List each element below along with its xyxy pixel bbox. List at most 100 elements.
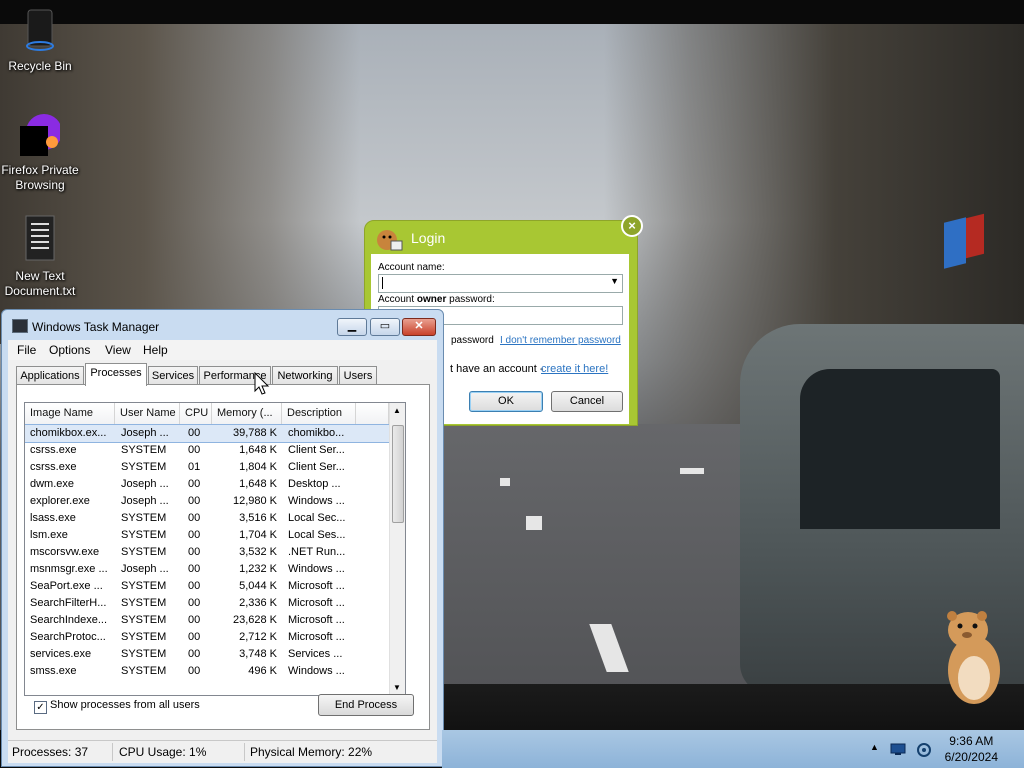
lane-marking — [680, 468, 704, 474]
cell-memory: 23,628 K — [232, 614, 277, 626]
no-account-text: t have an account - — [450, 363, 544, 375]
cell-image-name: services.exe — [30, 648, 92, 660]
cell-description: Microsoft ... — [288, 597, 345, 609]
scroll-down-arrow-icon[interactable]: ▼ — [393, 683, 401, 692]
cancel-button[interactable]: Cancel — [551, 391, 623, 412]
ok-button[interactable]: OK — [469, 391, 543, 412]
cell-user-name: SYSTEM — [121, 580, 167, 592]
menu-view[interactable]: View — [105, 343, 131, 357]
cell-description: chomikbo... — [288, 427, 345, 439]
column-header-description[interactable]: Description — [282, 403, 356, 424]
cell-cpu: 00 — [188, 427, 201, 439]
table-row[interactable]: SearchProtoc... SYSTEM 00 2,712 K Microsoft … — [25, 629, 389, 646]
desktop-icon-label: New Text Document.txt — [4, 269, 76, 298]
tab-applications[interactable]: Applications — [16, 366, 84, 385]
scrollbar-thumb[interactable] — [392, 425, 404, 523]
scroll-up-arrow-icon[interactable]: ▲ — [393, 406, 401, 415]
account-name-dropdown[interactable]: ▼ — [378, 274, 623, 293]
column-header-filler — [356, 403, 389, 424]
maximize-button[interactable]: ▭ — [370, 318, 400, 336]
tab-users[interactable]: Users — [339, 366, 377, 385]
column-header-user-name[interactable]: User Name — [115, 403, 180, 424]
cell-image-name: SearchFilterH... — [30, 597, 107, 609]
process-list[interactable]: Image Name User Name CPU Memory (... Des… — [24, 402, 406, 696]
cell-description: Microsoft ... — [288, 631, 345, 643]
taskbar: ▲ 9:36 AM 6/20/2024 — [442, 730, 1024, 768]
cell-memory: 1,648 K — [239, 444, 277, 456]
column-header-image-name[interactable]: Image Name — [25, 403, 115, 424]
task-manager-client: Applications Processes Services Performa… — [8, 360, 437, 740]
cell-image-name: SeaPort.exe ... — [30, 580, 103, 592]
hamster-mascot-icon[interactable] — [942, 608, 1002, 708]
table-row[interactable]: msnmsgr.exe ... Joseph ... 00 1,232 K Window… — [25, 561, 389, 578]
table-row[interactable]: SearchIndexe... SYSTEM 00 23,628 K Microsoft… — [25, 612, 389, 629]
tab-networking[interactable]: Networking — [272, 366, 338, 385]
table-row[interactable]: smss.exe SYSTEM 00 496 K Windows ... — [25, 663, 389, 680]
table-row[interactable]: lsass.exe SYSTEM 00 3,516 K Local Sec... — [25, 510, 389, 527]
table-row[interactable]: services.exe SYSTEM 00 3,748 K Services ... — [25, 646, 389, 663]
volume-icon[interactable] — [916, 742, 932, 758]
cell-cpu: 00 — [188, 478, 201, 490]
clock-time: 9:36 AM — [949, 734, 994, 748]
table-row[interactable]: chomikbox.ex... Joseph ... 00 39,788 K chomi… — [25, 424, 390, 443]
task-manager-titlebar[interactable]: Windows Task Manager ▁ ▭ ✕ — [2, 310, 443, 340]
show-all-processes-checkbox[interactable]: ✓ — [34, 701, 47, 714]
recycle-bin-icon — [26, 9, 54, 51]
cell-memory: 1,648 K — [239, 478, 277, 490]
table-row[interactable]: csrss.exe SYSTEM 01 1,804 K Client Ser... — [25, 459, 389, 476]
table-row[interactable]: SeaPort.exe ... SYSTEM 00 5,044 K Microsoft … — [25, 578, 389, 595]
cell-memory: 3,516 K — [239, 512, 277, 524]
chevron-down-icon[interactable]: ▼ — [610, 276, 619, 286]
cell-user-name: SYSTEM — [121, 665, 167, 677]
table-row[interactable]: mscorsvw.exe SYSTEM 00 3,532 K .NET Run... — [25, 544, 389, 561]
system-clock[interactable]: 9:36 AM 6/20/2024 — [945, 733, 998, 765]
column-header-memory[interactable]: Memory (... — [212, 403, 282, 424]
cell-description: Windows ... — [288, 563, 345, 575]
cell-cpu: 00 — [188, 614, 201, 626]
table-row[interactable]: csrss.exe SYSTEM 00 1,648 K Client Ser... — [25, 442, 389, 459]
account-name-label: Account name: — [378, 262, 445, 273]
cell-image-name: msnmsgr.exe ... — [30, 563, 108, 575]
cell-description: Windows ... — [288, 495, 345, 507]
wallpaper-flag-red — [966, 213, 984, 259]
close-button[interactable]: ✕ — [402, 318, 436, 336]
desktop-icon-firefox-private[interactable]: Firefox Private Browsing — [0, 112, 80, 193]
cell-memory: 39,788 K — [232, 427, 277, 439]
desktop-icon-new-text-document[interactable]: New Text Document.txt — [0, 214, 80, 299]
table-row[interactable]: lsm.exe SYSTEM 00 1,704 K Local Ses... — [25, 527, 389, 544]
forgot-password-link[interactable]: I don't remember password — [500, 335, 621, 346]
create-account-link[interactable]: create it here! — [541, 363, 608, 375]
cell-description: Microsoft ... — [288, 614, 345, 626]
cell-description: Client Ser... — [288, 461, 345, 473]
menu-options[interactable]: Options — [49, 343, 90, 357]
show-hidden-icons-icon[interactable]: ▲ — [870, 742, 879, 752]
cell-image-name: lsm.exe — [30, 529, 68, 541]
status-divider — [244, 743, 245, 761]
cell-image-name: dwm.exe — [30, 478, 75, 490]
table-row[interactable]: dwm.exe Joseph ... 00 1,648 K Desktop ... — [25, 476, 389, 493]
cell-user-name: SYSTEM — [121, 648, 167, 660]
cell-description: .NET Run... — [288, 546, 346, 558]
tab-processes[interactable]: Processes — [85, 363, 147, 386]
process-list-scrollbar[interactable]: ▲ ▼ — [389, 403, 405, 695]
column-header-cpu[interactable]: CPU — [180, 403, 212, 424]
desktop-icon-recycle-bin[interactable]: Recycle Bin — [0, 4, 80, 74]
table-row[interactable]: SearchFilterH... SYSTEM 00 2,336 K Microsoft… — [25, 595, 389, 612]
login-close-button[interactable]: × — [621, 215, 643, 237]
cell-image-name: lsass.exe — [30, 512, 76, 524]
tab-services[interactable]: Services — [148, 366, 198, 385]
cell-user-name: Joseph ... — [121, 495, 169, 507]
cell-memory: 3,532 K — [239, 546, 277, 558]
table-row[interactable]: explorer.exe Joseph ... 00 12,980 K Windows … — [25, 493, 389, 510]
minimize-button[interactable]: ▁ — [337, 318, 367, 336]
cell-cpu: 00 — [188, 631, 201, 643]
cell-memory: 3,748 K — [239, 648, 277, 660]
text-document-icon — [25, 215, 55, 261]
cell-image-name: chomikbox.ex... — [30, 427, 107, 439]
menu-file[interactable]: File — [17, 343, 36, 357]
cell-user-name: SYSTEM — [121, 444, 167, 456]
end-process-button[interactable]: End Process — [318, 694, 414, 716]
network-icon[interactable] — [890, 742, 906, 756]
cell-description: Local Ses... — [288, 529, 346, 541]
menu-help[interactable]: Help — [143, 343, 168, 357]
